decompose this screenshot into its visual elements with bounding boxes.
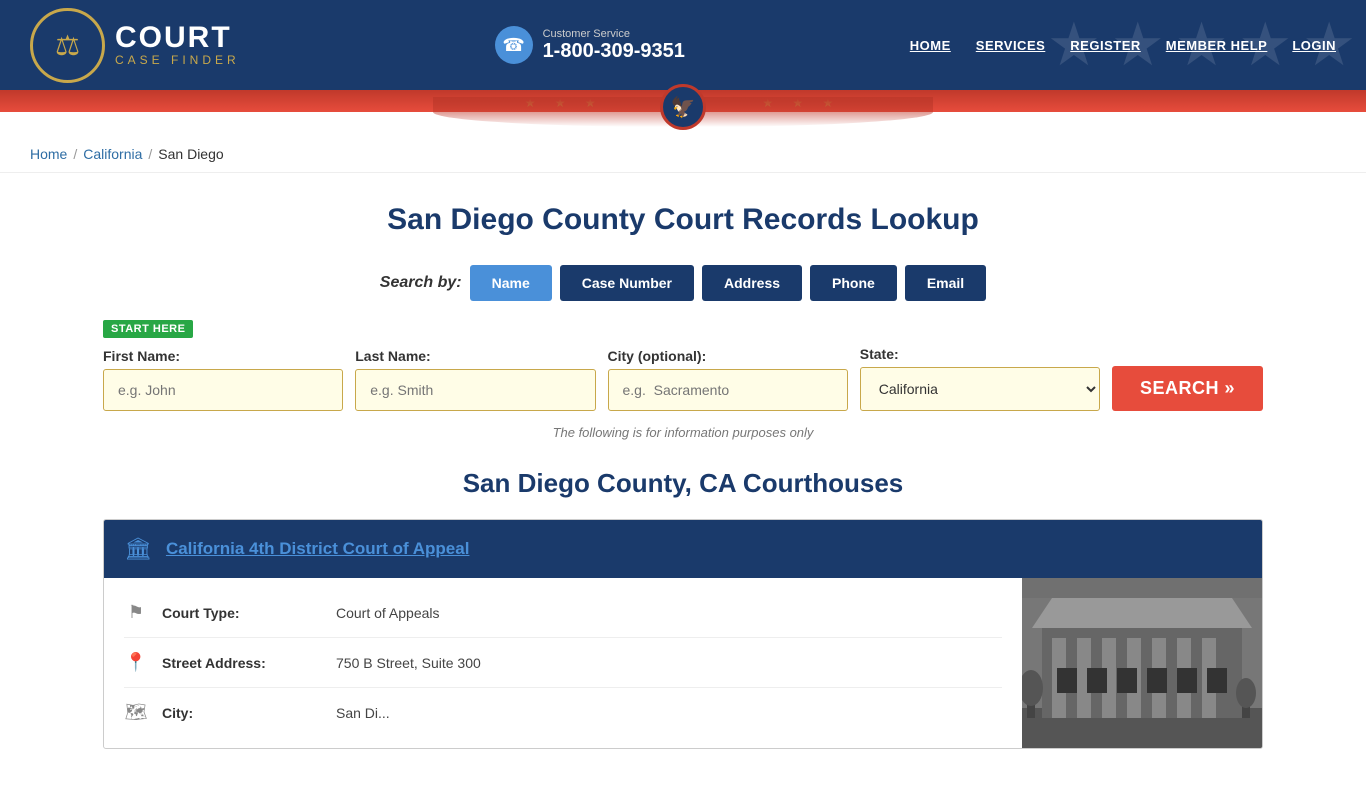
phone-icon: ☎: [495, 26, 533, 64]
tab-phone[interactable]: Phone: [810, 265, 897, 301]
court-type-label: Court Type:: [162, 605, 322, 621]
courthouse-body: ⚑ Court Type: Court of Appeals 📍 Street …: [104, 578, 1262, 748]
main-nav: HOME SERVICES REGISTER MEMBER HELP LOGIN: [910, 38, 1336, 53]
logo-area: ⚖ COURT CASE FINDER: [30, 8, 240, 83]
phone-number: 1-800-309-9351: [543, 40, 685, 63]
breadcrumb-wrapper: Home / California / San Diego: [0, 136, 1366, 173]
city-label: City (optional):: [608, 348, 848, 364]
info-note: The following is for information purpose…: [103, 425, 1263, 440]
first-name-input[interactable]: [103, 369, 343, 411]
page-title: San Diego County Court Records Lookup: [103, 203, 1263, 237]
city-detail-value: San Di...: [336, 705, 390, 721]
city-row: 🗺 City: San Di...: [124, 688, 1002, 737]
logo-court-text: COURT: [115, 23, 240, 53]
state-select[interactable]: AlabamaAlaskaArizonaArkansasCaliforniaCo…: [860, 367, 1100, 411]
nav-register[interactable]: REGISTER: [1070, 38, 1140, 53]
location-icon: 📍: [124, 652, 148, 673]
courthouse-image: [1022, 578, 1262, 748]
courthouse-name-link[interactable]: California 4th District Court of Appeal: [166, 539, 470, 559]
city-detail-label: City:: [162, 705, 322, 721]
site-header: ★ ★ ★ ★ ★ ⚖ COURT CASE FINDER ☎ Customer…: [0, 0, 1366, 90]
first-name-label: First Name:: [103, 348, 343, 364]
breadcrumb-sep-1: /: [73, 146, 77, 162]
logo-icon: ⚖: [55, 29, 80, 62]
courthouse-building-icon: 🏛: [124, 536, 152, 562]
state-label: State:: [860, 346, 1100, 362]
logo-sub-text: CASE FINDER: [115, 53, 240, 67]
street-row: 📍 Street Address: 750 B Street, Suite 30…: [124, 638, 1002, 688]
last-name-label: Last Name:: [355, 348, 595, 364]
tab-case-number[interactable]: Case Number: [560, 265, 694, 301]
street-value: 750 B Street, Suite 300: [336, 655, 481, 671]
courthouse-details: ⚑ Court Type: Court of Appeals 📍 Street …: [104, 578, 1022, 748]
tab-name[interactable]: Name: [470, 265, 552, 301]
logo-text-area: COURT CASE FINDER: [115, 23, 240, 67]
state-group: State: AlabamaAlaskaArizonaArkansasCalif…: [860, 346, 1100, 411]
phone-details: Customer Service 1-800-309-9351: [543, 28, 685, 63]
tab-address[interactable]: Address: [702, 265, 802, 301]
search-button[interactable]: SEARCH »: [1112, 366, 1263, 411]
eagle-icon: 🦅: [660, 84, 706, 130]
banner-arc: 🦅 ★ ★ ★ ★ ★ ★: [0, 90, 1366, 112]
courthouses-title: San Diego County, CA Courthouses: [103, 468, 1263, 499]
street-label: Street Address:: [162, 655, 322, 671]
breadcrumb-bar: Home / California / San Diego: [0, 136, 1366, 173]
nav-member-help[interactable]: MEMBER HELP: [1166, 38, 1268, 53]
phone-area: ☎ Customer Service 1-800-309-9351: [495, 26, 685, 64]
city-icon: 🗺: [124, 702, 148, 723]
breadcrumb-county: San Diego: [158, 146, 223, 162]
breadcrumb-state[interactable]: California: [83, 146, 142, 162]
phone-label: Customer Service: [543, 28, 685, 40]
breadcrumb: Home / California / San Diego: [30, 146, 1336, 162]
start-here-badge: START HERE: [103, 320, 193, 338]
breadcrumb-home[interactable]: Home: [30, 146, 67, 162]
courthouse-header: 🏛 California 4th District Court of Appea…: [104, 520, 1262, 578]
courthouse-card: 🏛 California 4th District Court of Appea…: [103, 519, 1263, 749]
court-type-value: Court of Appeals: [336, 605, 440, 621]
city-input[interactable]: [608, 369, 848, 411]
last-name-input[interactable]: [355, 369, 595, 411]
nav-services[interactable]: SERVICES: [976, 38, 1046, 53]
tab-email[interactable]: Email: [905, 265, 986, 301]
court-type-icon: ⚑: [124, 602, 148, 623]
logo-badge: ⚖: [30, 8, 105, 83]
nav-home[interactable]: HOME: [910, 38, 951, 53]
city-group: City (optional):: [608, 348, 848, 411]
nav-login[interactable]: LOGIN: [1292, 38, 1336, 53]
search-form: First Name: Last Name: City (optional): …: [103, 346, 1263, 411]
last-name-group: Last Name:: [355, 348, 595, 411]
search-by-row: Search by: Name Case Number Address Phon…: [103, 265, 1263, 301]
main-content: San Diego County Court Records Lookup Se…: [83, 173, 1283, 799]
court-type-row: ⚑ Court Type: Court of Appeals: [124, 588, 1002, 638]
first-name-group: First Name:: [103, 348, 343, 411]
breadcrumb-sep-2: /: [148, 146, 152, 162]
search-by-label: Search by:: [380, 274, 462, 292]
